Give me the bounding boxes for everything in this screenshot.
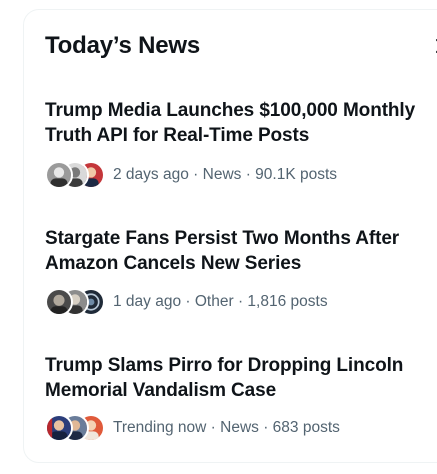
news-headline: Trump Slams Pirro for Dropping Lincoln M… <box>45 355 404 401</box>
news-headline: Stargate Fans Persist Two Months After A… <box>45 228 400 274</box>
separator: · <box>181 293 195 310</box>
avatar <box>45 161 73 189</box>
news-meta-text: Trending now · News · 683 posts <box>113 418 340 438</box>
news-item[interactable]: Stargate Fans Persist Two Months After A… <box>45 226 437 328</box>
news-meta-text: 1 day ago · Other · 1,816 posts <box>113 292 328 312</box>
news-meta: 1 day ago · Other · 1,816 posts <box>45 288 328 316</box>
avatar <box>45 288 73 316</box>
separator: · <box>241 166 256 183</box>
card-title: Today’s News <box>45 32 200 59</box>
avatar-stack <box>45 161 105 189</box>
avatar <box>45 414 73 442</box>
news-category: News <box>202 166 242 183</box>
separator: · <box>188 166 203 183</box>
card-header: Today’s News <box>45 30 437 62</box>
news-time: Trending now <box>113 419 207 436</box>
news-category: Other <box>194 293 234 310</box>
news-item[interactable]: Trump Media Launches $100,000 Monthly Tr… <box>45 98 437 200</box>
separator: · <box>233 293 248 310</box>
news-headline: Trump Media Launches $100,000 Monthly Tr… <box>45 100 416 146</box>
news-post-count: 683 posts <box>272 419 340 436</box>
news-post-count: 90.1K posts <box>255 166 338 183</box>
avatar-stack <box>45 288 105 316</box>
news-time: 1 day ago <box>113 293 182 310</box>
news-category: News <box>220 419 259 436</box>
separator: · <box>258 419 273 436</box>
news-meta: 2 days ago · News · 90.1K posts <box>45 161 337 189</box>
close-button[interactable] <box>429 32 437 60</box>
news-time: 2 days ago <box>113 166 189 183</box>
todays-news-card: Today’s News Trump Media Launches $100,0… <box>23 9 437 463</box>
news-meta: Trending now · News · 683 posts <box>45 414 340 442</box>
news-meta-text: 2 days ago · News · 90.1K posts <box>113 165 337 185</box>
news-post-count: 1,816 posts <box>247 293 328 310</box>
separator: · <box>206 419 221 436</box>
news-item[interactable]: Trump Slams Pirro for Dropping Lincoln M… <box>45 353 437 455</box>
avatar-stack <box>45 414 105 442</box>
